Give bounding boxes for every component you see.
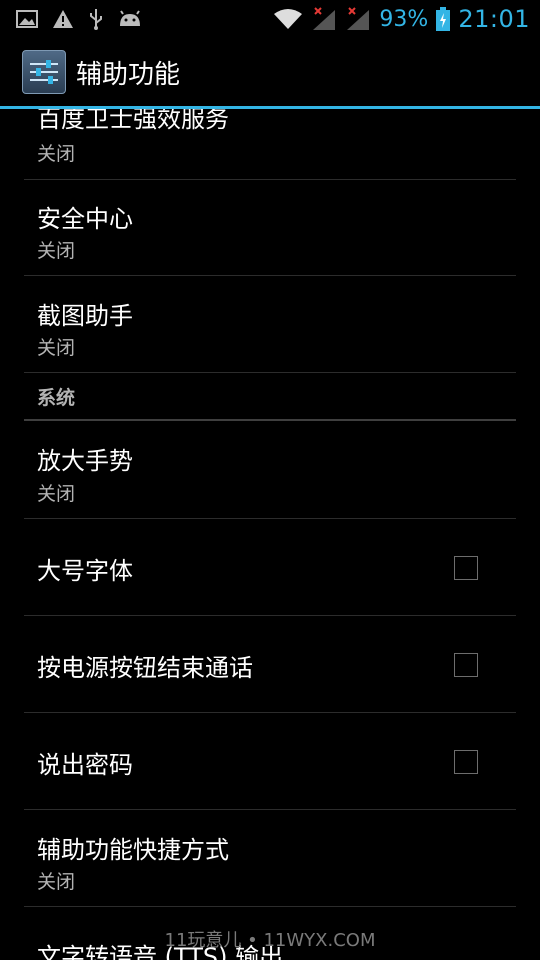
list-item-title: 说出密码 bbox=[37, 751, 133, 779]
section-header-system: 系统 bbox=[24, 373, 516, 421]
signal-1-no-data-icon bbox=[311, 7, 337, 31]
list-item-title: 大号字体 bbox=[37, 557, 133, 585]
clock: 21:01 bbox=[458, 5, 530, 33]
battery-charging-icon bbox=[436, 7, 451, 31]
action-bar: 辅助功能 bbox=[0, 38, 540, 106]
list-item-title: 辅助功能快捷方式 bbox=[37, 836, 229, 864]
preferences-list[interactable]: 百度卫士强效服务 关闭 安全中心 关闭 截图助手 关闭 系统 放大手势 关闭 大… bbox=[0, 109, 540, 960]
list-item-accessibility-shortcut[interactable]: 辅助功能快捷方式 关闭 bbox=[24, 810, 516, 907]
list-item-title: 放大手势 bbox=[37, 447, 133, 475]
section-header-label: 系统 bbox=[37, 387, 76, 409]
system-icons: 93% 21:01 bbox=[273, 5, 540, 33]
status-bar: 93% 21:01 bbox=[0, 0, 540, 38]
android-icon bbox=[118, 10, 142, 28]
large-text-checkbox[interactable] bbox=[454, 556, 478, 580]
speak-passwords-checkbox[interactable] bbox=[454, 750, 478, 774]
notification-icons bbox=[0, 8, 142, 30]
list-item-security-center[interactable]: 安全中心 关闭 bbox=[24, 179, 516, 276]
list-item-summary: 关闭 bbox=[37, 143, 76, 165]
wifi-icon bbox=[273, 8, 303, 30]
usb-icon bbox=[88, 8, 104, 30]
list-item-magnification-gestures[interactable]: 放大手势 关闭 bbox=[24, 421, 516, 519]
list-item-title: 安全中心 bbox=[37, 205, 133, 233]
list-item-speak-passwords[interactable]: 说出密码 bbox=[24, 713, 516, 810]
list-item-power-button-ends-call[interactable]: 按电源按钮结束通话 bbox=[24, 616, 516, 713]
list-item-tts-output[interactable]: 文字转语音 (TTS) 输出 bbox=[24, 907, 516, 960]
list-item-screenshot-helper[interactable]: 截图助手 关闭 bbox=[24, 276, 516, 373]
list-item-title: 百度卫士强效服务 bbox=[37, 109, 229, 133]
list-item-summary: 关闭 bbox=[37, 240, 76, 262]
list-item-baidu-guard[interactable]: 百度卫士强效服务 关闭 bbox=[24, 109, 516, 180]
battery-percent: 93% bbox=[379, 6, 429, 32]
list-item-title: 截图助手 bbox=[37, 302, 133, 330]
image-icon bbox=[16, 9, 38, 29]
page-title: 辅助功能 bbox=[76, 59, 181, 90]
settings-sliders-icon[interactable] bbox=[22, 50, 66, 94]
power-button-ends-call-checkbox[interactable] bbox=[454, 653, 478, 677]
warning-icon bbox=[52, 9, 74, 29]
signal-2-no-data-icon bbox=[345, 7, 371, 31]
list-item-summary: 关闭 bbox=[37, 483, 76, 505]
list-item-title: 按电源按钮结束通话 bbox=[37, 654, 253, 682]
list-item-summary: 关闭 bbox=[37, 871, 76, 893]
list-item-summary: 关闭 bbox=[37, 337, 76, 359]
list-item-large-text[interactable]: 大号字体 bbox=[24, 519, 516, 616]
list-item-title: 文字转语音 (TTS) 输出 bbox=[37, 943, 284, 960]
